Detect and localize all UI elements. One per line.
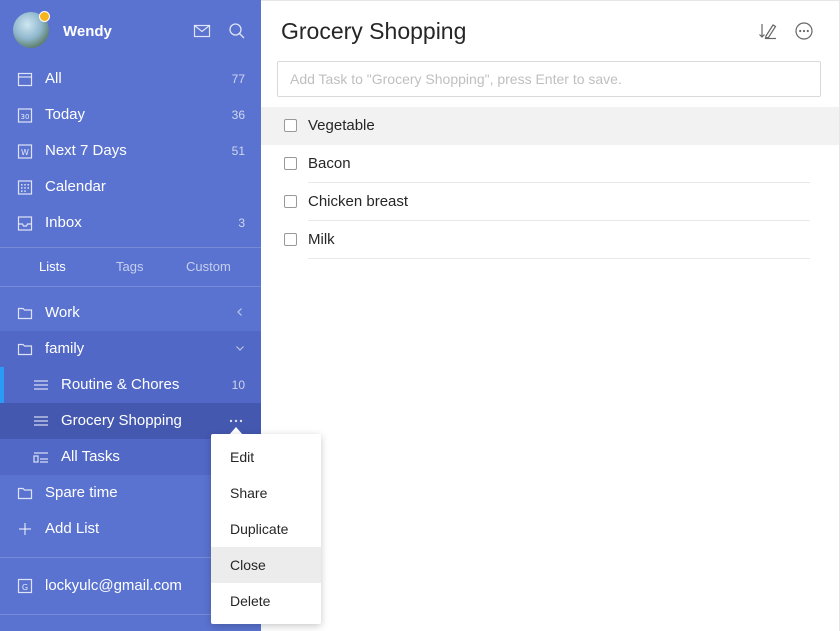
menu-item-label: Share [230,485,268,501]
google-icon: G [17,578,33,594]
premium-badge-icon [39,11,50,22]
smart-list-label: Calendar [45,178,106,195]
task-divider [308,258,810,259]
main-panel: Grocery Shopping Vegetable Bacon Chicken… [261,0,840,631]
list-label: Work [45,304,80,321]
chevron-down-icon[interactable] [235,343,245,353]
task-checkbox[interactable] [284,157,297,170]
task-title[interactable]: Vegetable [308,117,375,134]
smart-list-label: Today [45,106,86,123]
menu-item-label: Duplicate [230,521,289,537]
smart-list-calendar[interactable]: Calendar [0,169,261,205]
smart-list-label: All [45,70,62,87]
list-folder-family[interactable]: family [0,331,261,367]
task-checkbox[interactable] [284,119,297,132]
smart-list-count: 3 [238,216,245,230]
calendar-30-icon: 30 [17,108,33,123]
menu-item-label: Delete [230,593,271,609]
svg-text:G: G [22,583,28,592]
list-icon [34,416,48,426]
menu-item-close[interactable]: Close [211,547,321,583]
list-label: Grocery Shopping [61,412,182,429]
folder-icon [17,307,33,320]
sort-edit-icon[interactable] [758,21,778,41]
task-row[interactable]: Bacon [261,145,839,183]
task-row[interactable]: Chicken breast [261,183,839,221]
tab-tags[interactable]: Tags [116,259,143,274]
list-label: Spare time [45,484,118,501]
calendar-grid-icon [17,180,33,195]
user-header: Wendy [0,0,261,62]
folder-icon [17,343,33,356]
menu-item-label: Close [230,557,266,573]
smart-list-today[interactable]: 30 Today 36 [0,97,261,133]
list-label: Add List [45,520,100,537]
more-dots-icon[interactable] [229,419,243,423]
folder-icon [17,487,33,500]
menu-item-edit[interactable]: Edit [211,439,321,475]
list-label: Routine & Chores [61,376,180,393]
menu-item-duplicate[interactable]: Duplicate [211,511,321,547]
tab-custom[interactable]: Custom [186,259,231,274]
task-checkbox[interactable] [284,195,297,208]
task-row[interactable]: Milk [261,221,839,259]
all-tasks-icon [33,452,48,463]
smart-list-label: Next 7 Days [45,142,127,159]
list-count: 10 [231,378,245,392]
list-label: All Tasks [61,448,120,465]
task-checkbox[interactable] [284,233,297,246]
plus-icon [19,523,31,535]
task-row[interactable]: Vegetable [261,107,839,145]
inbox-icon [17,216,33,231]
task-title[interactable]: Milk [308,231,335,248]
all-icon [17,72,33,87]
sidebar-divider [0,286,261,287]
menu-item-share[interactable]: Share [211,475,321,511]
task-title[interactable]: Bacon [308,155,351,172]
list-label: family [45,340,85,357]
task-title[interactable]: Chicken breast [308,193,408,210]
svg-text:W: W [21,148,29,157]
page-title: Grocery Shopping [281,18,467,44]
sidebar-tabs: Lists Tags Custom [0,250,261,284]
sidebar-divider [0,247,261,248]
username[interactable]: Wendy [63,23,112,40]
mail-icon[interactable] [193,22,211,40]
smart-list-count: 77 [231,72,245,86]
smart-list-label: Inbox [45,214,82,231]
smart-list-all[interactable]: All 77 [0,61,261,97]
list-item-routine-chores[interactable]: Routine & Chores 10 [0,367,261,403]
smart-list-inbox[interactable]: Inbox 3 [0,205,261,241]
menu-item-label: Edit [230,449,255,465]
svg-text:30: 30 [21,113,30,121]
smart-list-count: 51 [231,144,245,158]
search-icon[interactable] [228,22,246,40]
list-icon [34,380,48,390]
calendar-w-icon: W [17,144,33,159]
chevron-left-icon[interactable] [235,307,245,317]
add-task-input[interactable] [277,61,821,97]
context-menu: Edit Share Duplicate Close Delete [211,434,321,624]
menu-item-delete[interactable]: Delete [211,583,321,619]
tab-lists[interactable]: Lists [39,259,66,274]
account-email: lockyulc@gmail.com [45,577,182,594]
more-options-icon[interactable] [794,21,814,41]
list-folder-work[interactable]: Work [0,295,261,331]
smart-list-count: 36 [231,108,245,122]
smart-list-next-7-days[interactable]: W Next 7 Days 51 [0,133,261,169]
